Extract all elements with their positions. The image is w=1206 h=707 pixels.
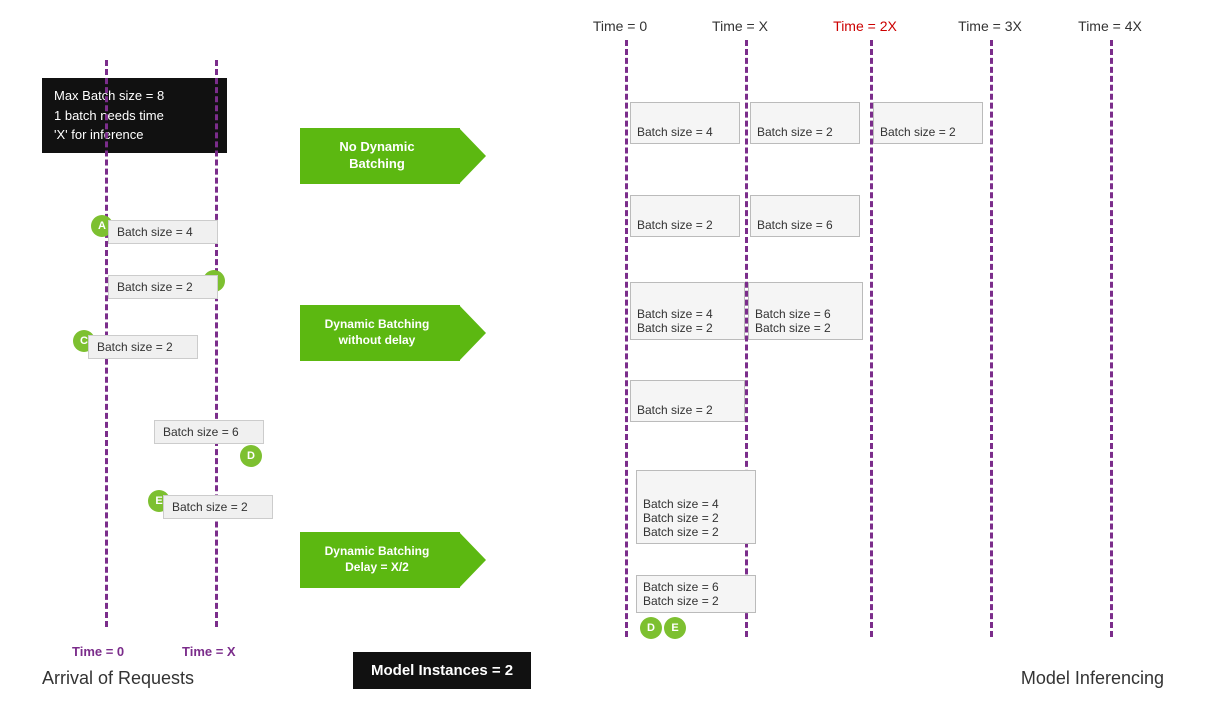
dd-batch-2: Batch size = 2: [643, 511, 749, 525]
dd-circle-D: D: [640, 617, 662, 639]
right-dashed-0: [625, 40, 628, 637]
arrival-section-label: Arrival of Requests: [42, 668, 194, 689]
nd-batch-E: Batch size = 2: [880, 125, 976, 139]
dnd-batch-AC1: Batch size = 4: [637, 307, 738, 321]
time-label-2x: Time = 2X: [800, 18, 930, 34]
arrow-dynamic-delay: Dynamic BatchingDelay = X/2: [300, 532, 460, 588]
diagram-container: Time = 0 Time = X Time = 2X Time = 3X Ti…: [0, 0, 1206, 707]
dd-batch-DE2: Batch size = 2: [643, 594, 749, 608]
right-dashed-4x: [1110, 40, 1113, 637]
right-dashed-3x: [990, 40, 993, 637]
dd-circle-E: E: [664, 617, 686, 639]
model-instances-box: Model Instances = 2: [353, 652, 531, 689]
dnd-batch-DE2: Batch size = 2: [755, 321, 856, 335]
info-box: Max Batch size = 8 1 batch needs time 'X…: [42, 78, 227, 153]
time-label-x: Time = X: [680, 18, 800, 34]
nd-batch-B: Batch size = 2: [757, 125, 853, 139]
nd-batch-D: Batch size = 6: [757, 218, 853, 232]
arrow-dynamic-delay-label: Dynamic BatchingDelay = X/2: [325, 544, 430, 575]
time-label-0: Time = 0: [560, 18, 680, 34]
arrow-no-dynamic-label: No DynamicBatching: [339, 139, 414, 173]
batch-C-arrival: Batch size = 2: [88, 335, 198, 359]
batch-E-arrival: Batch size = 2: [163, 495, 273, 519]
arrival-time-0: Time = 0: [72, 644, 124, 659]
batch-B-arrival: Batch size = 2: [108, 275, 218, 299]
dnd-batch-DE1: Batch size = 6: [755, 307, 856, 321]
nd-batch-A: Batch size = 4: [637, 125, 733, 139]
arrow-no-dynamic: No DynamicBatching: [300, 128, 460, 184]
info-line1: Max Batch size = 8: [54, 86, 215, 106]
arrow-dynamic-no-delay-label: Dynamic Batchingwithout delay: [325, 317, 430, 348]
batch-A-arrival: Batch size = 4: [108, 220, 218, 244]
dd-batch-3: Batch size = 2: [643, 525, 749, 539]
dd-batch-DE1: Batch size = 6: [643, 580, 749, 594]
arrow-dynamic-no-delay: Dynamic Batchingwithout delay: [300, 305, 460, 361]
dnd-batch-B: Batch size = 2: [637, 403, 738, 417]
time-label-4x: Time = 4X: [1050, 18, 1170, 34]
dnd-batch-AC2: Batch size = 2: [637, 321, 738, 335]
batch-D-label-arrival: Batch size = 6: [154, 420, 264, 444]
info-line2: 1 batch needs time: [54, 106, 215, 126]
arrival-time-x: Time = X: [182, 644, 236, 659]
inferencing-section-label: Model Inferencing: [1021, 668, 1164, 689]
arrival-dashed-line-x: [215, 60, 218, 627]
circle-D-arrival: D: [240, 445, 262, 467]
info-line3: 'X' for inference: [54, 125, 215, 145]
time-label-3x: Time = 3X: [930, 18, 1050, 34]
dd-batch-1: Batch size = 4: [643, 497, 749, 511]
nd-batch-C: Batch size = 2: [637, 218, 733, 232]
